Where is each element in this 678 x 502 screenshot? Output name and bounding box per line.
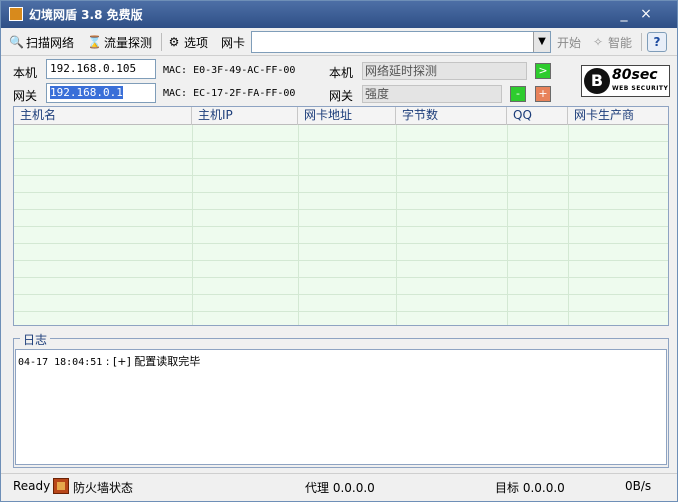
column-divider — [568, 125, 569, 325]
status-ready: Ready — [13, 479, 51, 493]
host-table[interactable]: 主机名 主机IP 网卡地址 字节数 QQ 网卡生产商 — [13, 106, 669, 326]
80sec-logo: B 80sec WEB SECURITY — [581, 65, 670, 97]
nic-label: 网卡 — [221, 35, 246, 50]
log-entry: 04-17 18:04:51 : [+] 配置读取完毕 — [18, 353, 664, 369]
log-group: 日志 04-17 18:04:51 : [+] 配置读取完毕 — [13, 331, 669, 468]
minimize-button[interactable]: _ — [615, 5, 633, 23]
column-header-qq[interactable]: QQ — [507, 107, 568, 125]
gateway-ip-value: 192.168.0.1 — [50, 86, 123, 99]
options-button[interactable]: ⚙ 选项 — [167, 33, 208, 51]
firewall-status: 防火墙状态 — [73, 481, 134, 495]
traffic-probe-button[interactable]: ⌛ 流量探测 — [87, 33, 152, 51]
hourglass-icon: ⌛ — [87, 35, 102, 49]
smart-label: 智能 — [608, 35, 633, 50]
column-header-hostname[interactable]: 主机名 — [14, 107, 192, 125]
column-divider — [507, 125, 508, 325]
logo-mark: B — [584, 68, 610, 94]
toolbar-divider — [641, 33, 642, 51]
options-label: 选项 — [184, 35, 209, 50]
local-mac: MAC: E0-3F-49-AC-FF-00 — [163, 65, 296, 76]
local-label: 本机 — [13, 66, 38, 80]
latency-probe-field: 网络延时探测 — [362, 62, 527, 80]
app-window: 幻境网盾 3.8 免费版 _ × 🔍 扫描网络 ⌛ 流量探测 ⚙ 选项 网卡 ▼… — [0, 0, 678, 502]
scan-network-label: 扫描网络 — [26, 35, 75, 50]
proxy-status: 代理 0.0.0.0 — [305, 481, 375, 495]
log-entry-text: : [+] 配置读取完毕 — [102, 355, 201, 368]
column-divider — [298, 125, 299, 325]
nic-select[interactable]: ▼ — [251, 31, 551, 53]
latency-go-button[interactable]: > — [535, 63, 551, 79]
local-probe-label: 本机 — [329, 66, 354, 80]
column-divider — [192, 125, 193, 325]
column-header-bytes[interactable]: 字节数 — [396, 107, 507, 125]
window-title: 幻境网盾 3.8 免费版 — [29, 8, 143, 22]
speed-status: 0B/s — [625, 479, 652, 493]
gateway-label: 网关 — [13, 89, 38, 103]
toolbar-divider — [161, 33, 162, 51]
local-ip-value: 192.168.0.105 — [50, 62, 137, 75]
firewall-icon — [53, 478, 69, 494]
strength-plus-button[interactable]: + — [535, 86, 551, 102]
gear-icon: ⚙ — [168, 35, 180, 49]
magnifier-icon: 🔍 — [9, 35, 24, 49]
gateway-ip-field[interactable]: 192.168.0.1 — [46, 83, 156, 103]
logo-text: 80sec — [612, 67, 658, 83]
gateway-mac: MAC: EC-17-2F-FA-FF-00 — [163, 88, 296, 99]
target-status: 目标 0.0.0.0 — [495, 481, 565, 495]
gateway-probe-label: 网关 — [329, 89, 354, 103]
start-button[interactable]: 开始 — [557, 33, 581, 51]
strength-minus-button[interactable]: - — [510, 86, 526, 102]
smart-button[interactable]: ✧ 智能 — [591, 33, 632, 51]
help-button[interactable]: ? — [647, 32, 667, 52]
column-header-vendor[interactable]: 网卡生产商 — [568, 107, 668, 125]
local-ip-field[interactable]: 192.168.0.105 — [46, 59, 156, 79]
wand-icon: ✧ — [592, 35, 604, 49]
app-icon — [9, 7, 23, 21]
close-button[interactable]: × — [637, 5, 655, 23]
title-bar[interactable]: 幻境网盾 3.8 免费版 _ × — [1, 1, 677, 28]
scan-network-button[interactable]: 🔍 扫描网络 — [9, 33, 74, 51]
strength-field: 强度 — [362, 85, 502, 103]
logo-subtext: WEB SECURITY — [612, 85, 669, 92]
status-bar: Ready 防火墙状态 代理 0.0.0.0 目标 0.0.0.0 0B/s — [1, 473, 677, 501]
toolbar: 🔍 扫描网络 ⌛ 流量探测 ⚙ 选项 网卡 ▼ 开始 ✧ 智能 ? — [1, 28, 677, 56]
log-output[interactable]: 04-17 18:04:51 : [+] 配置读取完毕 — [15, 349, 667, 465]
table-header: 主机名 主机IP 网卡地址 字节数 QQ 网卡生产商 — [14, 107, 668, 125]
column-header-mac[interactable]: 网卡地址 — [298, 107, 396, 125]
table-body[interactable] — [14, 125, 668, 325]
column-header-host-ip[interactable]: 主机IP — [192, 107, 298, 125]
traffic-probe-label: 流量探测 — [104, 35, 153, 50]
log-entry-time: 04-17 18:04:51 — [18, 357, 103, 368]
column-divider — [396, 125, 397, 325]
chevron-down-icon[interactable]: ▼ — [533, 32, 550, 52]
log-title: 日志 — [20, 331, 51, 348]
